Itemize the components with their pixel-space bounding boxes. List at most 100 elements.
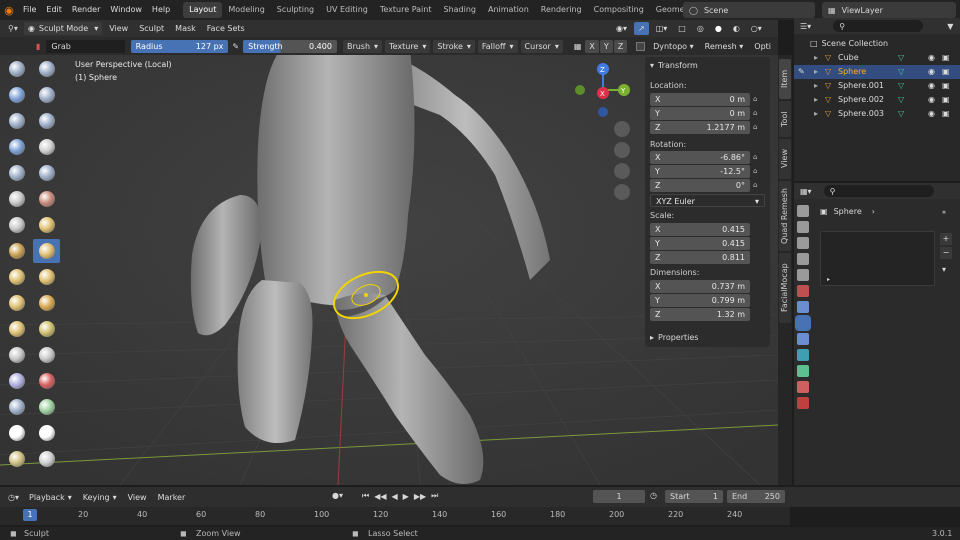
cloth-tool-icon[interactable]: [3, 369, 30, 393]
thumb-tool-icon[interactable]: [3, 291, 30, 315]
location-y-field[interactable]: Y 0 m: [650, 107, 750, 120]
sidebar-tab-quad-remesh[interactable]: Quad Remesh: [779, 181, 791, 251]
outliner-row-sphere-001[interactable]: ▸ ▽ Sphere.001 ▽ ◉ ▣: [794, 79, 960, 93]
options-dropdown[interactable]: Opti: [750, 40, 775, 53]
dropdown-cursor[interactable]: Cursor ▾: [520, 39, 563, 53]
multiplane-scrape-tool-icon[interactable]: [33, 213, 60, 237]
sidebar-tab-facialmocap[interactable]: FacialMocap: [779, 253, 791, 323]
scene-selector[interactable]: ◯ Scene: [683, 2, 815, 18]
pose-tool-icon[interactable]: [33, 291, 60, 315]
header-menu-mask[interactable]: Mask: [171, 22, 200, 35]
mask-tool-icon[interactable]: [3, 395, 30, 419]
tab-layout[interactable]: Layout: [183, 2, 223, 18]
preview-range-icon[interactable]: ◷: [650, 491, 657, 500]
dimensions-y-field[interactable]: Y 0.799 m: [650, 294, 750, 307]
tab-animation[interactable]: Animation: [482, 2, 535, 18]
scene-tab-icon[interactable]: [797, 269, 809, 281]
viewlayer-selector[interactable]: ▦ ViewLayer: [822, 2, 956, 18]
render-tab-icon[interactable]: [797, 221, 809, 233]
filter-icon[interactable]: ▼: [947, 22, 953, 31]
layer-tool-icon[interactable]: [33, 109, 60, 133]
visibility-eye-icon[interactable]: ◉: [928, 107, 935, 121]
sidebar-tab-tool[interactable]: Tool: [779, 101, 791, 137]
clay-thumb-tool-icon[interactable]: [3, 109, 30, 133]
visibility-eye-icon[interactable]: ◉: [928, 65, 935, 79]
sidebar-tab-view[interactable]: View: [779, 139, 791, 179]
expand-arrow-icon[interactable]: ▸: [814, 79, 818, 93]
symmetry-x-toggle[interactable]: X: [585, 39, 599, 53]
wireframe-shading-icon[interactable]: ◎: [693, 22, 708, 35]
expand-arrow-icon[interactable]: ▸: [814, 107, 818, 121]
elastic-deform-tool-icon[interactable]: [3, 265, 30, 289]
outliner-editor-icon[interactable]: ☰▾: [800, 22, 811, 31]
outliner-row-sphere-002[interactable]: ▸ ▽ Sphere.002 ▽ ◉ ▣: [794, 93, 960, 107]
properties-search-input[interactable]: ⚲: [823, 185, 934, 197]
dimensions-x-field[interactable]: X 0.737 m: [650, 280, 750, 293]
dimensions-z-field[interactable]: Z 1.32 m: [650, 308, 750, 321]
tab-texture-paint[interactable]: Texture Paint: [374, 2, 438, 18]
outliner-row-sphere[interactable]: ▸ ▽ Sphere ▽ ◉ ▣ ✎: [794, 65, 960, 79]
transform-tool-icon[interactable]: [33, 447, 60, 471]
rotate-tool-icon[interactable]: [33, 317, 60, 341]
visibility-eye-icon[interactable]: ◉: [928, 93, 935, 107]
rotation-z-field[interactable]: Z 0°: [650, 179, 750, 192]
render-camera-icon[interactable]: ▣: [942, 65, 950, 79]
shape-keys-list[interactable]: ▸: [820, 231, 935, 286]
box-hide-tool-icon[interactable]: [33, 421, 60, 445]
timeline-menu-view[interactable]: View: [124, 491, 151, 504]
blender-logo-icon[interactable]: ◉: [0, 4, 18, 17]
modifiers-tab-icon[interactable]: [795, 315, 811, 331]
pinch-tool-icon[interactable]: [3, 239, 30, 263]
expand-arrow-icon[interactable]: ▸: [814, 51, 818, 65]
blob-tool-icon[interactable]: [33, 135, 60, 159]
nudge-tool-icon[interactable]: [3, 317, 30, 341]
menu-help[interactable]: Help: [147, 0, 175, 20]
remesh-dropdown[interactable]: Remesh ▾: [701, 40, 748, 53]
playhead[interactable]: 1: [23, 509, 37, 521]
location-lock-icon[interactable]: ⌂: [753, 123, 757, 131]
symmetry-z-toggle[interactable]: Z: [613, 39, 628, 53]
slide-relax-tool-icon[interactable]: [3, 343, 30, 367]
rotation-lock-icon[interactable]: ⌂: [753, 153, 757, 161]
clay-strips-tool-icon[interactable]: [33, 83, 60, 107]
boundary-tool-icon[interactable]: [33, 343, 60, 367]
timeline-editor-icon[interactable]: ◷▾: [8, 493, 19, 502]
current-frame-field[interactable]: 1: [593, 490, 645, 503]
rotation-mode-dropdown[interactable]: XYZ Euler ▾: [650, 194, 765, 207]
symmetry-y-toggle[interactable]: Y: [599, 39, 613, 53]
crease-tool-icon[interactable]: [3, 161, 30, 185]
next-keyframe-icon[interactable]: ▶▶: [414, 492, 426, 501]
brush-name-field[interactable]: Grab: [46, 39, 125, 53]
properties-editor-icon[interactable]: ▦▾: [800, 187, 812, 196]
properties-section-header[interactable]: ▸ Properties: [650, 333, 698, 342]
visibility-eye-icon[interactable]: ◉: [928, 79, 935, 93]
sidebar-tab-item[interactable]: Item: [779, 59, 791, 99]
editor-type-icon[interactable]: ⚲▾: [8, 24, 18, 33]
world-tab-icon[interactable]: [797, 285, 809, 297]
play-reverse-icon[interactable]: ◀: [392, 492, 398, 501]
start-frame-field[interactable]: Start 1: [665, 490, 723, 503]
list-resize-icon[interactable]: ▸: [827, 276, 830, 283]
inflate-tool-icon[interactable]: [3, 135, 30, 159]
tab-shading[interactable]: Shading: [437, 2, 482, 18]
tool-tab-icon[interactable]: [797, 205, 809, 217]
mesh-filter-tool-icon[interactable]: [3, 447, 30, 471]
output-tab-icon[interactable]: [797, 237, 809, 249]
scrape-tool-icon[interactable]: [3, 213, 30, 237]
location-z-field[interactable]: Z 1.2177 m: [650, 121, 750, 134]
timeline-menu-keying[interactable]: Keying ▾: [79, 491, 121, 504]
header-menu-face-sets[interactable]: Face Sets: [203, 22, 249, 35]
overlay-icon[interactable]: ◫▾: [652, 22, 672, 35]
object-tab-icon[interactable]: [797, 301, 809, 313]
dropdown-texture[interactable]: Texture ▾: [385, 39, 431, 53]
draw-tool-icon[interactable]: [3, 57, 30, 81]
draw-face-sets-tool-icon[interactable]: [33, 395, 60, 419]
transform-section-header[interactable]: ▾ Transform: [650, 61, 698, 70]
outliner-row-sphere-003[interactable]: ▸ ▽ Sphere.003 ▽ ◉ ▣: [794, 107, 960, 121]
prev-keyframe-icon[interactable]: ◀◀: [374, 492, 386, 501]
dyntopo-checkbox[interactable]: [636, 41, 646, 51]
tab-uv-editing[interactable]: UV Editing: [320, 2, 374, 18]
scale-y-field[interactable]: Y 0.415: [650, 237, 750, 250]
header-menu-sculpt[interactable]: Sculpt: [135, 22, 168, 35]
dropdown-stroke[interactable]: Stroke ▾: [433, 39, 475, 53]
